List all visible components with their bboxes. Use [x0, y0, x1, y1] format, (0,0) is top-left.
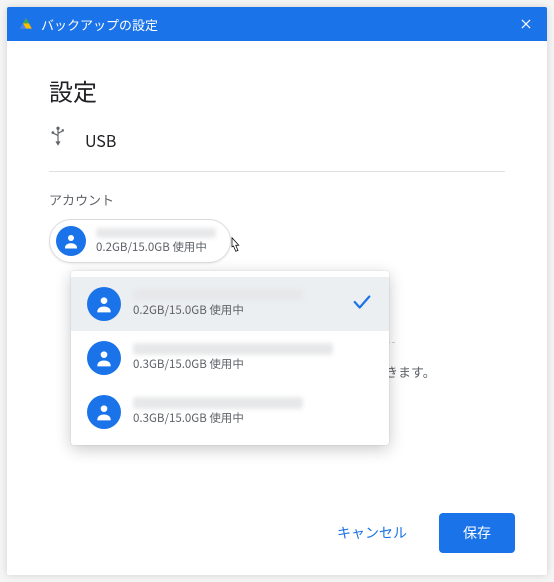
redacted-email [133, 343, 333, 355]
dropdown-item[interactable]: 0.2GB/15.0GB 使用中 [71, 277, 389, 331]
section-label: アカウント [49, 190, 505, 209]
dropdown-item-usage: 0.3GB/15.0GB 使用中 [133, 357, 373, 373]
check-icon [351, 291, 373, 318]
divider [49, 171, 505, 172]
account-text: 0.2GB/15.0GB 使用中 [96, 228, 216, 254]
dropdown-item-usage: 0.2GB/15.0GB 使用中 [133, 303, 339, 319]
app-logo-icon [19, 17, 33, 31]
person-icon [87, 395, 121, 429]
save-button[interactable]: 保存 [439, 513, 515, 553]
dropdown-item-text: 0.2GB/15.0GB 使用中 [133, 289, 339, 319]
pointer-cursor-icon [226, 235, 244, 262]
close-icon[interactable] [517, 15, 535, 33]
dialog-window: バックアップの設定 設定 USB [7, 7, 547, 575]
account-usage: 0.2GB/15.0GB 使用中 [96, 240, 216, 254]
redacted-email [96, 228, 216, 238]
redacted-email [133, 397, 303, 409]
dropdown-item-text: 0.3GB/15.0GB 使用中 [133, 397, 373, 427]
person-icon [87, 341, 121, 375]
redacted-email [133, 289, 303, 301]
titlebar: バックアップの設定 [7, 7, 547, 41]
titlebar-title: バックアップの設定 [41, 15, 158, 34]
cancel-button[interactable]: キャンセル [325, 515, 419, 551]
device-label: USB [85, 128, 116, 152]
page-title: 設定 [49, 73, 505, 108]
usb-icon [49, 126, 67, 153]
footer: キャンセル 保存 [7, 501, 547, 575]
dropdown-item-text: 0.3GB/15.0GB 使用中 [133, 343, 373, 373]
dropdown-item[interactable]: 0.3GB/15.0GB 使用中 [71, 385, 389, 439]
person-icon [87, 287, 121, 321]
dropdown-item[interactable]: 0.3GB/15.0GB 使用中 [71, 331, 389, 385]
account-dropdown: 0.2GB/15.0GB 使用中 0.3GB/15.0GB 使用中 [71, 271, 389, 445]
account-selector[interactable]: 0.2GB/15.0GB 使用中 [49, 219, 231, 263]
device-row: USB [49, 126, 505, 153]
person-icon [56, 226, 86, 256]
dropdown-item-usage: 0.3GB/15.0GB 使用中 [133, 411, 373, 427]
